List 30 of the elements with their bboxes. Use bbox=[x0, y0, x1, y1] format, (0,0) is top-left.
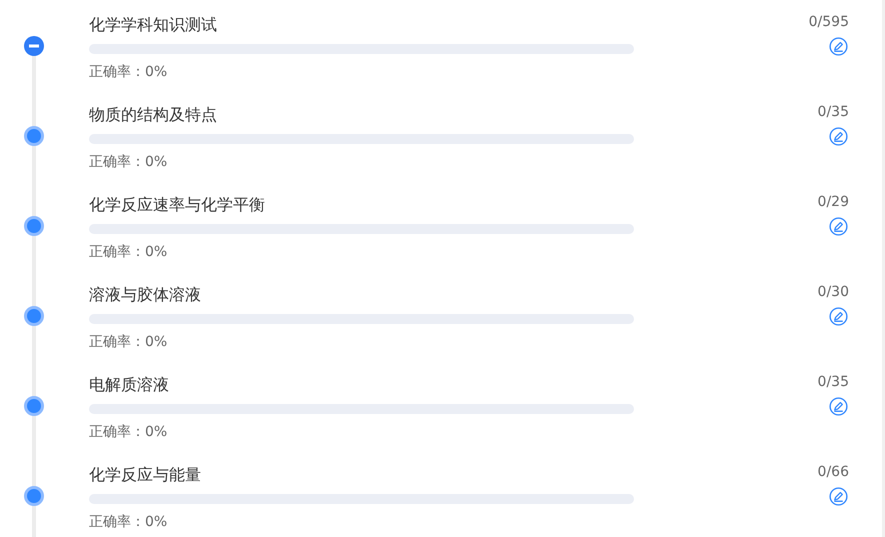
timeline-dot bbox=[24, 126, 44, 146]
edit-icon[interactable] bbox=[829, 37, 848, 56]
topic-title: 化学反应与能量 bbox=[89, 464, 202, 486]
question-count: 0/595 bbox=[808, 13, 849, 32]
edit-icon[interactable] bbox=[829, 217, 848, 236]
accuracy-label: 正确率：0% bbox=[89, 513, 168, 532]
topic-title: 溶液与胶体溶液 bbox=[89, 284, 202, 306]
timeline-dot bbox=[24, 306, 44, 326]
timeline-dot bbox=[24, 486, 44, 506]
accuracy-label: 正确率：0% bbox=[89, 243, 168, 262]
question-count: 0/35 bbox=[818, 103, 849, 122]
topic-title: 电解质溶液 bbox=[89, 374, 170, 396]
question-count: 0/35 bbox=[818, 373, 849, 392]
edit-icon[interactable] bbox=[829, 397, 848, 416]
question-count: 0/66 bbox=[818, 463, 849, 482]
timeline-dot bbox=[24, 396, 44, 416]
question-count: 0/30 bbox=[818, 283, 849, 302]
collapse-icon[interactable] bbox=[24, 36, 44, 56]
accuracy-label: 正确率：0% bbox=[89, 153, 168, 172]
edit-icon[interactable] bbox=[829, 307, 848, 326]
edit-icon[interactable] bbox=[829, 127, 848, 146]
topic-title: 化学反应速率与化学平衡 bbox=[89, 194, 266, 216]
question-count: 0/29 bbox=[818, 193, 849, 212]
topic-title: 化学学科知识测试 bbox=[89, 14, 218, 36]
accuracy-label: 正确率：0% bbox=[89, 333, 168, 352]
accuracy-label: 正确率：0% bbox=[89, 63, 168, 82]
accuracy-label: 正确率：0% bbox=[89, 423, 168, 442]
topic-title: 物质的结构及特点 bbox=[89, 104, 218, 126]
timeline-dot bbox=[24, 216, 44, 236]
edit-icon[interactable] bbox=[829, 487, 848, 506]
